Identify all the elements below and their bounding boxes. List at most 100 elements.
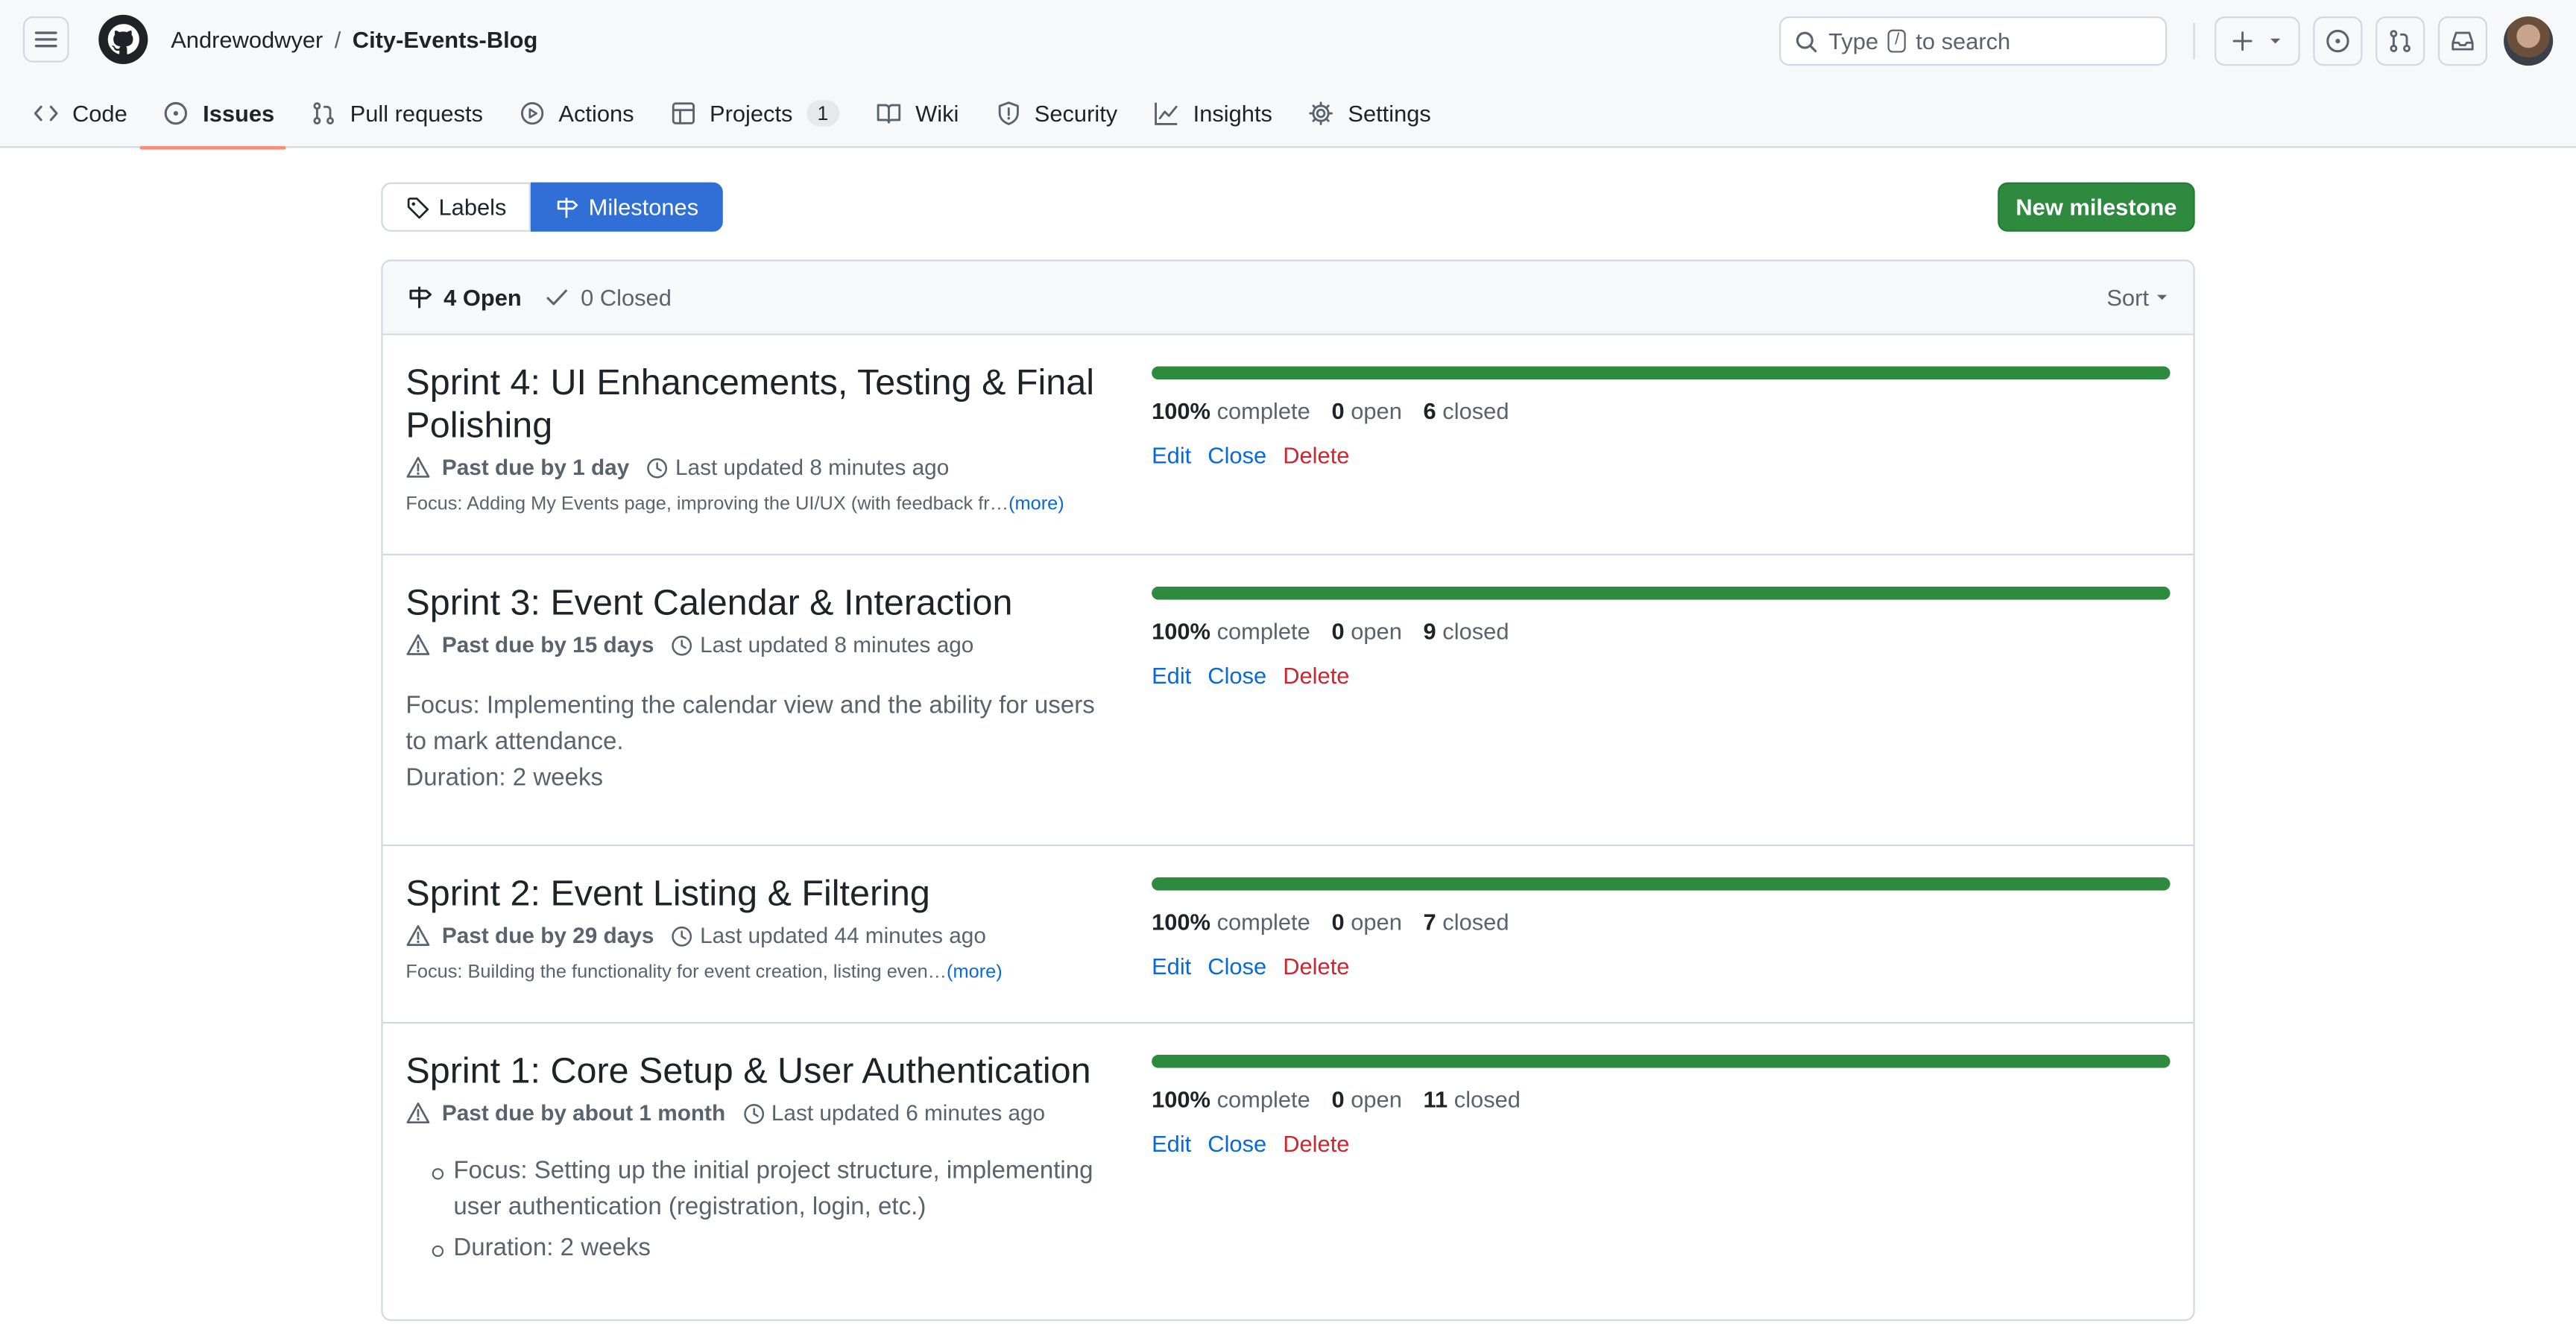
sort-label: Sort [2106,284,2149,311]
tab-label: Wiki [915,100,959,127]
last-updated: Last updated 44 minutes ago [700,923,986,948]
percent-value: 100% [1152,908,1211,936]
menu-button[interactable] [22,16,69,63]
create-new-button[interactable] [2214,16,2300,66]
milestone-title-link[interactable]: Sprint 4: UI Enhancements, Testing & Fin… [405,362,1115,447]
tab-label: Actions [558,100,634,127]
open-milestones-filter[interactable]: 4 Open [408,284,522,311]
closed-milestones-filter[interactable]: 0 Closed [545,284,672,311]
due-status: Past due by 15 days [441,632,654,657]
close-link[interactable]: Close [1208,662,1266,688]
milestone-item: Sprint 3: Event Calendar & Interaction P… [382,555,2194,847]
tab-insights[interactable]: Insights [1135,79,1290,148]
milestone-title-link[interactable]: Sprint 1: Core Setup & User Authenticati… [405,1050,1115,1092]
github-logo-icon[interactable] [98,14,148,64]
progress-bar-fill [1152,877,2171,891]
description-list-item: Duration: 2 weeks [432,1231,1115,1266]
alert-icon [406,1102,430,1124]
tab-pull-requests[interactable]: Pull requests [292,79,501,148]
inbox-button[interactable] [2437,16,2488,66]
milestone-actions: Edit Close Delete [1152,662,2171,688]
repo-tabs: Code Issues Pull requests Actions Projec… [33,79,1449,150]
sort-dropdown[interactable]: Sort [2106,284,2170,311]
delete-link[interactable]: Delete [1283,1130,1349,1156]
closed-value: 9 [1423,617,1436,645]
progress-bar [1152,586,2171,600]
shield-icon [997,101,1019,125]
closed-label: closed [1442,397,1509,424]
percent-value: 100% [1152,1085,1211,1113]
milestones-list: 4 Open 0 Closed Sort Sprint 4: UI Enhanc… [381,259,2195,1322]
pull-requests-button[interactable] [2375,16,2425,66]
milestone-description: Focus: Building the functionality for ev… [405,963,1115,982]
more-link[interactable]: (more) [1008,494,1064,514]
delete-link[interactable]: Delete [1283,662,1349,688]
tab-actions[interactable]: Actions [501,79,652,148]
progress-bar [1152,1055,2171,1068]
percent-label: complete [1216,1085,1310,1113]
app-header: Andrewodwyer / City-Events-Blog Type / t… [0,0,2576,150]
milestones-link[interactable]: Milestones [531,182,724,232]
search-icon [1796,31,1817,52]
tab-security[interactable]: Security [977,79,1136,148]
percent-value: 100% [1152,397,1211,424]
tab-issues[interactable]: Issues [140,79,292,150]
milestone-title-link[interactable]: Sprint 3: Event Calendar & Interaction [405,581,1115,624]
milestone-actions: Edit Close Delete [1152,953,2171,979]
percent-value: 100% [1152,617,1211,645]
more-link[interactable]: (more) [947,963,1003,982]
open-value: 0 [1331,617,1345,645]
milestone-item: Sprint 4: UI Enhancements, Testing & Fin… [382,335,2194,555]
due-status: Past due by about 1 month [441,1100,726,1126]
play-icon [521,101,544,125]
toolbar-divider [2193,22,2195,60]
description-text: Focus: Adding My Events page, improving … [405,494,1009,514]
issues-button[interactable] [2313,16,2363,66]
clock-icon [647,457,668,478]
delete-link[interactable]: Delete [1283,953,1349,979]
tab-label: Insights [1193,100,1272,127]
milestone-actions: Edit Close Delete [1152,442,2171,468]
delete-link[interactable]: Delete [1283,442,1349,468]
labels-link[interactable]: Labels [381,182,531,232]
tab-projects[interactable]: Projects 1 [652,79,858,148]
repo-name-link[interactable]: City-Events-Blog [353,26,538,52]
user-avatar[interactable] [2504,16,2554,66]
close-link[interactable]: Close [1208,442,1266,468]
table-icon [672,102,695,124]
projects-count-badge: 1 [806,100,840,127]
milestone-stats: 100% complete 0 open 6 closed [1152,397,2171,423]
edit-link[interactable]: Edit [1152,662,1191,688]
milestone-description: Focus: Implementing the calendar view an… [405,689,1115,797]
due-status: Past due by 29 days [441,923,654,948]
new-milestone-button[interactable]: New milestone [1998,182,2195,232]
edit-link[interactable]: Edit [1152,953,1191,979]
issue-opened-icon [165,101,189,125]
tab-label: Settings [1348,100,1431,127]
search-prefix: Type [1828,28,1879,54]
search-input[interactable]: Type / to search [1779,16,2168,66]
percent-label: complete [1216,617,1310,645]
open-label: open [1351,1085,1402,1113]
tab-label: Pull requests [350,100,484,127]
gear-icon [1310,101,1333,125]
search-suffix: to search [1916,28,2011,54]
edit-link[interactable]: Edit [1152,442,1191,468]
edit-link[interactable]: Edit [1152,1130,1191,1156]
close-link[interactable]: Close [1208,953,1266,979]
clock-icon [743,1102,764,1123]
tab-wiki[interactable]: Wiki [858,79,977,148]
closed-value: 6 [1423,397,1436,424]
inbox-icon [2452,31,2474,51]
milestone-title-link[interactable]: Sprint 2: Event Listing & Filtering [405,872,1115,915]
tab-settings[interactable]: Settings [1290,79,1449,148]
close-link[interactable]: Close [1208,1130,1266,1156]
check-icon [547,289,568,306]
search-shortcut-key: / [1888,29,1907,53]
repo-owner-link[interactable]: Andrewodwyer [171,26,323,52]
description-text: Focus: Building the functionality for ev… [405,962,947,983]
tab-code[interactable]: Code [33,79,145,148]
milestone-icon [558,197,578,218]
caret-down-icon [2156,294,2168,300]
tab-label: Security [1034,100,1118,127]
